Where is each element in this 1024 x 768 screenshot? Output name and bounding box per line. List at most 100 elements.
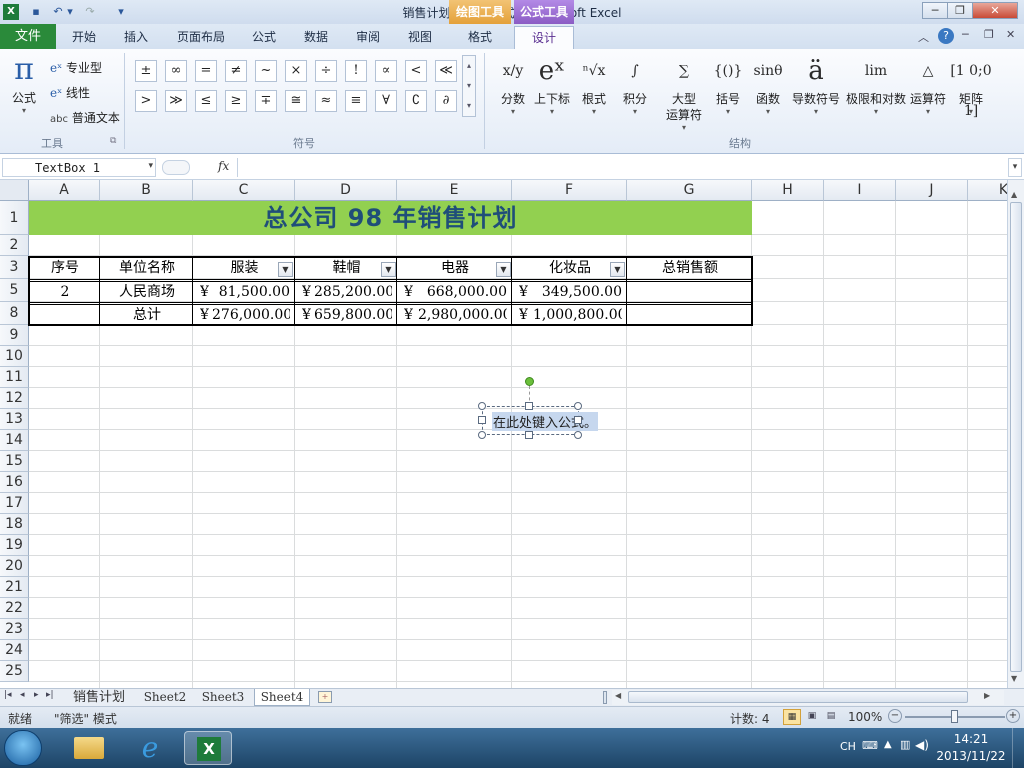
cell-b5[interactable]: 人民商场 bbox=[101, 282, 193, 302]
minimize-button[interactable]: ─ bbox=[922, 2, 948, 19]
tab-data[interactable]: 数据 bbox=[296, 26, 336, 49]
insert-sheet-icon[interactable]: + bbox=[318, 691, 332, 703]
resize-handle[interactable] bbox=[525, 402, 533, 410]
row-header[interactable]: 10 bbox=[0, 346, 29, 367]
name-box[interactable]: TextBox 1 ▾ bbox=[2, 158, 156, 177]
column-header[interactable]: E bbox=[397, 180, 512, 201]
restore-button[interactable]: ❐ bbox=[947, 2, 973, 19]
sheet-tab-sales-plan[interactable]: 销售计划 bbox=[66, 689, 132, 706]
row-header[interactable]: 15 bbox=[0, 451, 29, 472]
sheet-nav-next-icon[interactable]: ▸ bbox=[34, 690, 39, 700]
sheet-tab-sheet4[interactable]: Sheet4 bbox=[254, 689, 310, 706]
row-header[interactable]: 22 bbox=[0, 598, 29, 619]
resize-handle[interactable] bbox=[574, 431, 582, 439]
row-header[interactable]: 12 bbox=[0, 388, 29, 409]
filter-dropdown-icon[interactable]: ▼ bbox=[610, 262, 625, 277]
excel-taskbar-icon[interactable]: X bbox=[184, 731, 232, 765]
column-header[interactable]: K bbox=[968, 180, 1007, 201]
zoom-slider[interactable] bbox=[905, 710, 1005, 723]
row-header[interactable]: 11 bbox=[0, 367, 29, 388]
row-header[interactable]: 2 bbox=[0, 235, 29, 256]
cell-a5[interactable]: 2 bbox=[30, 282, 100, 302]
tab-split-handle[interactable] bbox=[603, 691, 607, 704]
row-header[interactable]: 19 bbox=[0, 535, 29, 556]
symbol-button[interactable]: ∝ bbox=[375, 60, 397, 82]
scroll-up-icon[interactable]: ▲ bbox=[1011, 190, 1017, 199]
symbol-button[interactable]: ± bbox=[135, 60, 157, 82]
row-header[interactable]: 3 bbox=[0, 256, 29, 279]
filter-dropdown-icon[interactable]: ▼ bbox=[278, 262, 293, 277]
expand-formula-bar-icon[interactable]: ▾ bbox=[1008, 158, 1022, 177]
tab-home[interactable]: 开始 bbox=[62, 26, 106, 49]
vertical-scrollbar[interactable]: ▲ ▼ bbox=[1007, 180, 1024, 688]
cell-f5[interactable]: 349,500.00 bbox=[533, 282, 622, 302]
symbol-button[interactable]: ∞ bbox=[165, 60, 187, 82]
header-unit[interactable]: 单位名称 bbox=[101, 258, 193, 279]
symbol-button[interactable]: ∓ bbox=[255, 90, 277, 112]
column-header[interactable]: D bbox=[295, 180, 397, 201]
tab-formulas[interactable]: 公式 bbox=[244, 26, 284, 49]
scroll-right-icon[interactable]: ▶ bbox=[984, 691, 990, 700]
row-header[interactable]: 17 bbox=[0, 493, 29, 514]
scroll-thumb[interactable] bbox=[1010, 202, 1022, 672]
formula-bar-splitter[interactable] bbox=[162, 160, 190, 175]
structure-button-7[interactable]: ä 导数符号 ▾ bbox=[784, 51, 848, 116]
resize-handle[interactable] bbox=[478, 402, 486, 410]
symbol-button[interactable]: ≈ bbox=[315, 90, 337, 112]
resize-handle[interactable] bbox=[478, 431, 486, 439]
cell-e8[interactable]: 2,980,000.00 bbox=[418, 305, 507, 325]
scroll-down-icon[interactable]: ▼ bbox=[1011, 674, 1017, 683]
filter-active-icon[interactable]: ▼ bbox=[496, 262, 511, 277]
workbook-minimize-icon[interactable]: ─ bbox=[962, 28, 969, 41]
symbol-button[interactable]: ! bbox=[345, 60, 367, 82]
row-header[interactable]: 24 bbox=[0, 640, 29, 661]
row-header[interactable]: 14 bbox=[0, 430, 29, 451]
row-header[interactable]: 13 bbox=[0, 409, 29, 430]
rotate-handle[interactable] bbox=[525, 377, 534, 386]
workbook-close-icon[interactable]: ✕ bbox=[1006, 28, 1015, 41]
workbook-restore-icon[interactable]: ❐ bbox=[984, 28, 994, 41]
cell-a8[interactable] bbox=[30, 305, 100, 325]
symbol-button[interactable]: ∂ bbox=[435, 90, 457, 112]
cell-c8[interactable]: 276,000.00 bbox=[212, 305, 290, 325]
resize-handle[interactable] bbox=[574, 402, 582, 410]
insert-function-icon[interactable]: fx bbox=[218, 159, 229, 173]
cell-f8[interactable]: 1,000,800.00 bbox=[533, 305, 622, 325]
column-header[interactable]: J bbox=[896, 180, 968, 201]
header-total-sales[interactable]: 总销售额 bbox=[628, 258, 752, 279]
symbol-button[interactable]: > bbox=[135, 90, 157, 112]
symbol-button[interactable]: ≥ bbox=[225, 90, 247, 112]
view-page-break-icon[interactable]: ▤ bbox=[822, 709, 840, 725]
equation-button[interactable]: π 公式 ▾ bbox=[6, 51, 42, 115]
show-desktop-button[interactable] bbox=[1012, 728, 1024, 768]
sheet-tab-sheet3[interactable]: Sheet3 bbox=[196, 689, 250, 706]
resize-handle[interactable] bbox=[525, 431, 533, 439]
symbol-button[interactable]: ≫ bbox=[165, 90, 187, 112]
header-electric[interactable]: 电器 bbox=[398, 258, 512, 279]
cell-c5[interactable]: 81,500.00 bbox=[212, 282, 290, 302]
row-header[interactable]: 21 bbox=[0, 577, 29, 598]
zoom-level[interactable]: 100% bbox=[848, 710, 882, 724]
structure-button-9[interactable]: △ 运算符 ▾ bbox=[902, 51, 954, 116]
row-header[interactable]: 9 bbox=[0, 325, 29, 346]
tab-insert[interactable]: 插入 bbox=[114, 26, 158, 49]
normal-text-button[interactable]: abc 普通文本 bbox=[50, 109, 120, 126]
keyboard-icon[interactable]: ⌨ bbox=[862, 739, 878, 752]
row-header[interactable]: 1 bbox=[0, 201, 29, 235]
linear-button[interactable]: eˣ 线性 bbox=[50, 84, 90, 101]
symbol-button[interactable]: ≅ bbox=[285, 90, 307, 112]
tab-design[interactable]: 设计 bbox=[514, 26, 574, 49]
resize-handle[interactable] bbox=[478, 416, 486, 424]
scroll-left-icon[interactable]: ◀ bbox=[615, 691, 621, 700]
zoom-in-icon[interactable]: + bbox=[1006, 709, 1020, 723]
tab-review[interactable]: 审阅 bbox=[348, 26, 388, 49]
horizontal-scrollbar[interactable]: ◀ ▶ bbox=[612, 690, 1004, 705]
row-header[interactable]: 18 bbox=[0, 514, 29, 535]
tab-page-layout[interactable]: 页面布局 bbox=[170, 26, 232, 49]
symbols-scroll[interactable]: ▴ ▾ ▾ bbox=[462, 55, 476, 117]
symbol-button[interactable]: ≡ bbox=[345, 90, 367, 112]
cell-d5[interactable]: 285,200.00 bbox=[314, 282, 392, 302]
file-explorer-icon[interactable] bbox=[66, 731, 114, 765]
row-header[interactable]: 16 bbox=[0, 472, 29, 493]
sheet-nav-first-icon[interactable]: |◂ bbox=[4, 690, 12, 700]
